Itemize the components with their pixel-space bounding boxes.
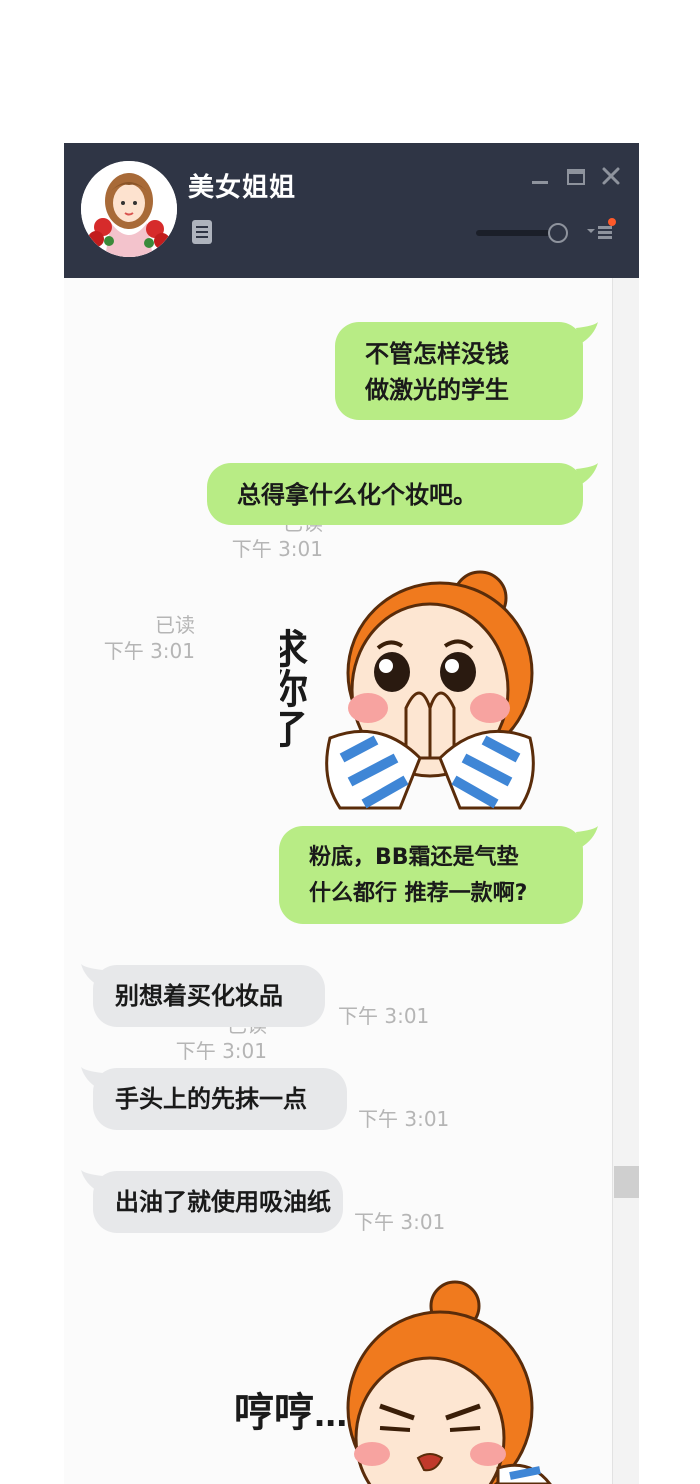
message-bubble-received[interactable]: 别想着买化妆品 bbox=[93, 965, 325, 1027]
timestamp: 下午 3:01 bbox=[338, 1004, 430, 1028]
sticker-caption: 求你了 bbox=[280, 628, 309, 748]
message-bubble-received[interactable]: 手头上的先抹一点 bbox=[93, 1068, 347, 1130]
timestamp: 下午 3:01 bbox=[354, 1210, 446, 1234]
read-receipt: 已读 bbox=[155, 613, 195, 637]
message-text: 做激光的学生 bbox=[365, 376, 509, 404]
scrollbar[interactable] bbox=[612, 278, 639, 1484]
message-text: 总得拿什么化个妆吧。 bbox=[237, 481, 477, 509]
title-bar: 美女姐姐 bbox=[64, 143, 639, 278]
message-bubble-sent[interactable]: 粉底，BB霜还是气垫 什么都行 推荐一款啊? bbox=[279, 826, 583, 924]
timestamp: 下午 3:01 bbox=[358, 1107, 450, 1131]
chat-area[interactable]: 已读 下午 3:01 不管怎样没钱 做激光的学生 已读 下午 3:01 总得拿什… bbox=[64, 278, 639, 1484]
avatar[interactable] bbox=[81, 161, 177, 257]
timestamp: 下午 3:01 bbox=[231, 537, 323, 561]
message-meta: 已读 下午 3:01 bbox=[104, 612, 195, 664]
scrollbar-thumb[interactable] bbox=[614, 1166, 639, 1198]
contact-name: 美女姐姐 bbox=[188, 173, 297, 203]
chat-window: 美女姐姐 已读 bbox=[64, 143, 639, 1484]
document-icon[interactable] bbox=[191, 219, 213, 245]
close-icon[interactable] bbox=[600, 165, 622, 187]
avatar-illustration bbox=[81, 161, 177, 257]
message-bubble-sent[interactable]: 总得拿什么化个妆吧。 bbox=[207, 463, 583, 525]
message-text: 不管怎样没钱 bbox=[365, 340, 509, 368]
sticker-caption: 哼哼... bbox=[234, 1391, 347, 1435]
sticker-humph[interactable]: 哼哼... bbox=[230, 1278, 570, 1484]
bubble-tail bbox=[576, 463, 598, 485]
timestamp: 下午 3:01 bbox=[175, 1039, 267, 1063]
maximize-icon[interactable] bbox=[566, 167, 586, 187]
bubble-tail bbox=[576, 826, 598, 848]
message-bubble-sent[interactable]: 不管怎样没钱 做激光的学生 bbox=[335, 322, 583, 420]
message-text: 什么都行 推荐一款啊? bbox=[309, 881, 528, 906]
bubble-tail bbox=[576, 322, 598, 344]
menu-icon[interactable] bbox=[586, 217, 616, 243]
sticker-begging[interactable]: 求你了 bbox=[280, 568, 580, 818]
message-text: 手头上的先抹一点 bbox=[115, 1085, 307, 1113]
message-text: 粉底，BB霜还是气垫 bbox=[309, 845, 519, 870]
minimize-icon[interactable] bbox=[530, 171, 550, 185]
message-text: 出油了就使用吸油纸 bbox=[115, 1188, 331, 1216]
timestamp: 下午 3:01 bbox=[103, 639, 195, 663]
volume-slider[interactable] bbox=[474, 222, 570, 244]
message-text: 别想着买化妆品 bbox=[115, 982, 283, 1010]
message-bubble-received[interactable]: 出油了就使用吸油纸 bbox=[93, 1171, 343, 1233]
